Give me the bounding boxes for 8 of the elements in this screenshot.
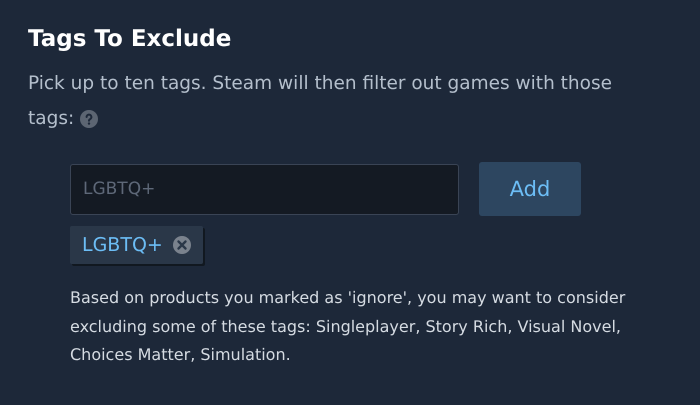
tag-label: LGBTQ+ [82, 234, 163, 256]
add-button[interactable]: Add [479, 162, 581, 216]
help-icon[interactable] [80, 110, 98, 128]
tag-input-field[interactable]: LGBTQ+ [70, 164, 459, 214]
suggestion-text: Based on products you marked as 'ignore', you may want to consider excluding some of these tags: Singleplayer, Story Rich, Visual Novel, Choices Matter, Simulation. [70, 287, 626, 366]
section-title: Tags To Exclude [28, 25, 232, 54]
remove-icon[interactable] [172, 236, 191, 254]
description-text: Pick up to ten tags. Steam will then filter out games with those tags: [28, 72, 613, 131]
